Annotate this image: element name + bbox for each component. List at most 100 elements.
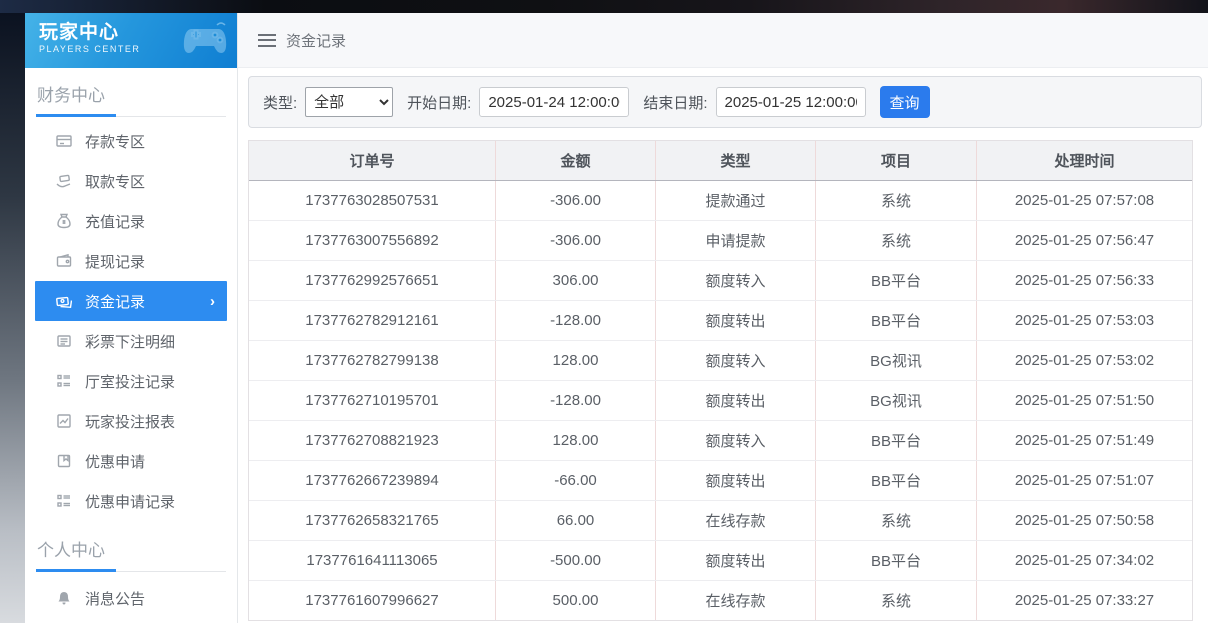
column-header-amount: 金额 (495, 141, 655, 180)
type-cell: 额度转入 (655, 421, 815, 460)
order-no-cell: 1737762992576651 (249, 261, 495, 300)
order-no-cell: 1737761641113065 (249, 541, 495, 580)
project-cell: BB平台 (815, 461, 976, 500)
main-area: 资金记录 类型: 全部 开始日期: 结束日期: 查询 订单号 金额 类型 (238, 13, 1208, 623)
finance-menu: 存款专区 取款专区 充值记录 提现记录 (25, 121, 237, 521)
sidebar-item-promo-apply[interactable]: 优惠申请 (25, 441, 237, 481)
breadcrumb: 资金记录 (286, 30, 346, 51)
type-cell: 提款通过 (655, 181, 815, 220)
sidebar-item-recharge-records[interactable]: 充值记录 (25, 201, 237, 241)
order-no-cell: 1737762782912161 (249, 301, 495, 340)
sidebar-item-deposit-zone[interactable]: 存款专区 (25, 121, 237, 161)
amount-cell: 500.00 (495, 581, 655, 620)
order-no-cell: 1737762658321765 (249, 501, 495, 540)
start-date-label: 开始日期: (407, 92, 471, 113)
end-date-input[interactable] (716, 87, 866, 117)
sidebar-item-hall-bet-records[interactable]: 厅室投注记录 (25, 361, 237, 401)
banknotes-icon (55, 293, 72, 310)
personal-menu: 消息公告 个人资料 (25, 578, 237, 623)
time-cell: 2025-01-25 07:51:50 (976, 381, 1192, 420)
coupon-icon (55, 453, 72, 470)
table-row: 1737762992576651 306.00 额度转入 BB平台 2025-0… (249, 260, 1192, 300)
hamburger-icon[interactable] (258, 34, 276, 47)
table-row: 1737762667239894 -66.00 额度转出 BB平台 2025-0… (249, 460, 1192, 500)
project-cell: BB平台 (815, 301, 976, 340)
filter-panel: 类型: 全部 开始日期: 结束日期: 查询 (248, 76, 1202, 128)
type-cell: 额度转入 (655, 261, 815, 300)
end-date-label: 结束日期: (643, 92, 707, 113)
type-cell: 额度转出 (655, 541, 815, 580)
sidebar-item-lottery-bet-details[interactable]: 彩票下注明细 (25, 321, 237, 361)
table-row: 1737761641113065 -500.00 额度转出 BB平台 2025-… (249, 540, 1192, 580)
section-divider (36, 114, 226, 117)
project-cell: BB平台 (815, 541, 976, 580)
time-cell: 2025-01-25 07:56:33 (976, 261, 1192, 300)
time-cell: 2025-01-25 07:53:02 (976, 341, 1192, 380)
type-cell: 在线存款 (655, 581, 815, 620)
start-date-input[interactable] (479, 87, 629, 117)
money-bag-icon (55, 213, 72, 230)
type-cell: 申请提款 (655, 221, 815, 260)
sidebar-item-label: 厅室投注记录 (85, 371, 175, 392)
sidebar-item-messages[interactable]: 消息公告 (25, 578, 237, 618)
table-row: 1737762708821923 128.00 额度转入 BB平台 2025-0… (249, 420, 1192, 460)
chevron-right-icon: › (210, 293, 215, 310)
fund-records-table: 订单号 金额 类型 项目 处理时间 1737763028507531 -306.… (248, 140, 1193, 621)
search-button[interactable]: 查询 (880, 86, 930, 118)
section-divider (36, 569, 226, 572)
sidebar-item-fund-records[interactable]: 资金记录 › (35, 281, 227, 321)
sidebar-item-label: 优惠申请 (85, 451, 145, 472)
amount-cell: 66.00 (495, 501, 655, 540)
deposit-card-icon (55, 133, 72, 150)
column-header-time: 处理时间 (976, 141, 1192, 180)
project-cell: 系统 (815, 221, 976, 260)
type-select[interactable]: 全部 (305, 87, 393, 117)
section-title-finance: 财务中心 (25, 68, 237, 106)
sidebar-item-label: 资金记录 (85, 291, 145, 312)
project-cell: BB平台 (815, 421, 976, 460)
section-title-personal: 个人中心 (25, 521, 237, 561)
list-icon (55, 373, 72, 390)
sidebar-item-label: 彩票下注明细 (85, 331, 175, 352)
table-row: 1737762782799138 128.00 额度转入 BG视讯 2025-0… (249, 340, 1192, 380)
sidebar-item-label: 充值记录 (85, 211, 145, 232)
sidebar-item-promo-apply-records[interactable]: 优惠申请记录 (25, 481, 237, 521)
amount-cell: -306.00 (495, 221, 655, 260)
time-cell: 2025-01-25 07:50:58 (976, 501, 1192, 540)
amount-cell: 306.00 (495, 261, 655, 300)
order-no-cell: 1737761607996627 (249, 581, 495, 620)
document-icon (55, 333, 72, 350)
chart-icon (55, 413, 72, 430)
logo-banner: 玩家中心 PLAYERS CENTER (25, 13, 237, 68)
sidebar-item-label: 优惠申请记录 (85, 491, 175, 512)
project-cell: BG视讯 (815, 341, 976, 380)
order-no-cell: 1737762667239894 (249, 461, 495, 500)
column-header-project: 项目 (815, 141, 976, 180)
sidebar-item-label: 玩家投注报表 (85, 411, 175, 432)
amount-cell: -306.00 (495, 181, 655, 220)
time-cell: 2025-01-25 07:51:49 (976, 421, 1192, 460)
table-body: 1737763028507531 -306.00 提款通过 系统 2025-01… (249, 181, 1192, 620)
type-cell: 在线存款 (655, 501, 815, 540)
sidebar-item-withdraw-records[interactable]: 提现记录 (25, 241, 237, 281)
order-no-cell: 1737762710195701 (249, 381, 495, 420)
time-cell: 2025-01-25 07:53:03 (976, 301, 1192, 340)
order-no-cell: 1737763007556892 (249, 221, 495, 260)
project-cell: 系统 (815, 501, 976, 540)
time-cell: 2025-01-25 07:34:02 (976, 541, 1192, 580)
sidebar-item-profile[interactable]: 个人资料 (25, 618, 237, 623)
sidebar: 玩家中心 PLAYERS CENTER 财务中心 存款专区 (25, 13, 238, 623)
content: 类型: 全部 开始日期: 结束日期: 查询 订单号 金额 类型 项目 处理时间 (238, 68, 1208, 621)
amount-cell: -128.00 (495, 381, 655, 420)
project-cell: BB平台 (815, 261, 976, 300)
project-cell: 系统 (815, 181, 976, 220)
desktop-left-edge (0, 13, 25, 623)
table-row: 1737762782912161 -128.00 额度转出 BB平台 2025-… (249, 300, 1192, 340)
order-no-cell: 1737762782799138 (249, 341, 495, 380)
table-row: 1737762658321765 66.00 在线存款 系统 2025-01-2… (249, 500, 1192, 540)
sidebar-item-withdraw-zone[interactable]: 取款专区 (25, 161, 237, 201)
amount-cell: 128.00 (495, 341, 655, 380)
sidebar-item-player-bet-report[interactable]: 玩家投注报表 (25, 401, 237, 441)
sidebar-item-label: 消息公告 (85, 588, 145, 609)
sidebar-item-label: 提现记录 (85, 251, 145, 272)
